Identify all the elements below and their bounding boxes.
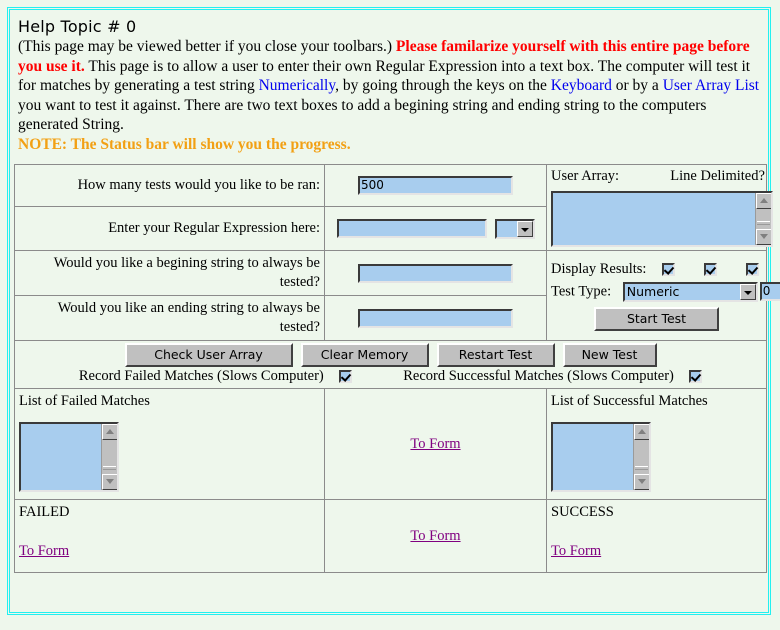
regex-preset-dropdown[interactable] — [494, 218, 535, 239]
page-title: Help Topic # 0 — [18, 17, 137, 36]
display-results-label: Display Results: — [551, 260, 647, 277]
end-string-label: Would you like an ending string to alway… — [14, 295, 325, 342]
scroll-grip-icon — [757, 221, 770, 226]
scroll-up-arrow-icon[interactable] — [102, 424, 117, 441]
intro-text-5: you want to test it against. There are t… — [18, 96, 707, 134]
tests-input-cell: 500 — [324, 163, 547, 208]
begin-string-input-cell — [324, 250, 547, 297]
status-note: NOTE: The Status bar will show you the p… — [18, 135, 351, 153]
failed-status-label: FAILED — [19, 504, 70, 521]
intro-text-block: Help Topic # 0 (This page may be viewed … — [13, 14, 765, 158]
to-form-link-1[interactable]: To Form — [410, 436, 460, 452]
success-status-label: SUCCESS — [551, 504, 614, 521]
to-form-link-2[interactable]: To Form — [19, 543, 69, 559]
clear-memory-button[interactable]: Clear Memory — [300, 343, 429, 368]
begin-string-input[interactable] — [358, 263, 513, 283]
scroll-grip-icon — [635, 466, 648, 471]
end-string-input[interactable] — [358, 308, 513, 328]
record-success-label: Record Successful Matches (Slows Compute… — [403, 368, 674, 385]
tests-count-input[interactable]: 500 — [358, 176, 513, 196]
link-keyboard[interactable]: Keyboard — [551, 77, 612, 94]
success-list-scrollbar[interactable] — [633, 424, 649, 491]
start-test-row: Start Test — [551, 302, 762, 331]
end-string-input-cell — [324, 295, 547, 342]
regex-label: Enter your Regular Expression here: — [14, 206, 325, 252]
start-test-button[interactable]: Start Test — [594, 306, 719, 331]
check-user-array-button[interactable]: Check User Array — [124, 343, 293, 368]
table-row-begin-string: Would you like a begining string to alwa… — [14, 250, 780, 342]
test-type-row: Test Type: Numeric 0 — [551, 278, 780, 302]
failed-status-spacer — [19, 521, 320, 543]
scroll-down-arrow-icon[interactable] — [102, 474, 117, 491]
regex-input[interactable] — [336, 219, 487, 239]
user-array-label: User Array: — [551, 168, 620, 185]
page-content: Help Topic # 0 (This page may be viewed … — [10, 10, 780, 612]
main-form-table: How many tests would you like to be ran:… — [14, 163, 780, 574]
user-array-scrollbar[interactable] — [755, 193, 771, 246]
user-array-cell: User Array: Line Delimited? — [546, 163, 773, 252]
display-results-checkbox-2[interactable] — [703, 262, 717, 276]
controls-cell: Display Results: Test Type: Numeric 0 St… — [546, 250, 780, 342]
test-type-label: Test Type: — [551, 283, 612, 300]
record-options-row: Record Failed Matches (Slows Computer) R… — [15, 367, 766, 388]
user-array-textarea[interactable] — [551, 191, 773, 248]
record-success-checkbox[interactable] — [689, 370, 703, 384]
restart-test-button[interactable]: Restart Test — [436, 343, 555, 368]
to-form-cell-2: To Form — [324, 499, 547, 574]
test-type-dropdown[interactable]: Numeric — [622, 281, 758, 302]
tests-label: How many tests would you like to be ran: — [14, 163, 325, 208]
success-matches-cell: List of Successful Matches — [546, 388, 767, 501]
record-failed-label: Record Failed Matches (Slows Computer) — [78, 368, 324, 385]
failed-list-label: List of Failed Matches — [19, 393, 150, 410]
success-list-label: List of Successful Matches — [551, 393, 708, 410]
page-border-frame: Help Topic # 0 (This page may be viewed … — [7, 7, 780, 615]
regex-input-cell — [324, 206, 547, 252]
scroll-up-arrow-icon[interactable] — [756, 193, 771, 210]
success-status-cell: SUCCESS To Form — [546, 499, 767, 574]
link-user-array-list[interactable]: User Array List — [663, 77, 759, 94]
chevron-down-icon[interactable] — [739, 283, 756, 300]
display-results-row: Display Results: — [551, 261, 762, 278]
display-results-checkbox-1[interactable] — [661, 262, 675, 276]
to-form-link-3[interactable]: To Form — [410, 528, 460, 544]
failed-matches-cell: List of Failed Matches — [14, 388, 325, 501]
intro-text-1: (This page may be viewed better if you c… — [18, 38, 396, 55]
failed-matches-listbox[interactable] — [19, 422, 119, 493]
failed-list-scrollbar[interactable] — [101, 424, 117, 491]
table-row-match-lists: List of Failed Matches To Form List of S… — [14, 388, 767, 501]
line-delimited-label: Line Delimited? — [670, 168, 765, 185]
scroll-grip-icon — [103, 466, 116, 471]
scroll-down-arrow-icon[interactable] — [756, 229, 771, 246]
intro-paragraph: (This page may be viewed better if you c… — [18, 37, 761, 135]
success-list-wrap — [551, 410, 762, 493]
begin-string-label: Would you like a begining string to alwa… — [14, 250, 325, 297]
scroll-up-arrow-icon[interactable] — [634, 424, 649, 441]
table-row-actions: Check User Array Clear Memory Restart Test… — [14, 340, 767, 390]
link-numerically[interactable]: Numerically — [259, 77, 335, 94]
success-matches-listbox[interactable] — [551, 422, 651, 493]
table-row-status: FAILED To Form To Form SUCCESS To Form — [14, 499, 767, 574]
success-status-spacer — [551, 521, 762, 543]
new-test-button[interactable]: New Test — [562, 343, 657, 368]
user-array-textarea-wrap — [551, 185, 773, 248]
scroll-down-arrow-icon[interactable] — [634, 474, 649, 491]
action-buttons-row: Check User Array Clear Memory Restart Test… — [15, 341, 766, 368]
intro-text-3: , by going through the keys on the — [335, 77, 551, 94]
to-form-cell-1: To Form — [324, 388, 547, 501]
actions-cell: Check User Array Clear Memory Restart Test… — [14, 340, 767, 390]
to-form-link-4[interactable]: To Form — [551, 543, 601, 559]
table-row-tests: How many tests would you like to be ran:… — [14, 163, 773, 252]
test-counter-input[interactable]: 0 — [759, 282, 780, 302]
display-results-checkbox-3[interactable] — [746, 262, 760, 276]
user-array-header: User Array: Line Delimited? — [551, 168, 765, 185]
failed-status-cell: FAILED To Form — [14, 499, 325, 574]
record-failed-checkbox[interactable] — [338, 370, 352, 384]
chevron-down-icon[interactable] — [516, 220, 533, 237]
intro-text-4: or by a — [611, 77, 663, 94]
failed-list-wrap — [19, 410, 320, 493]
